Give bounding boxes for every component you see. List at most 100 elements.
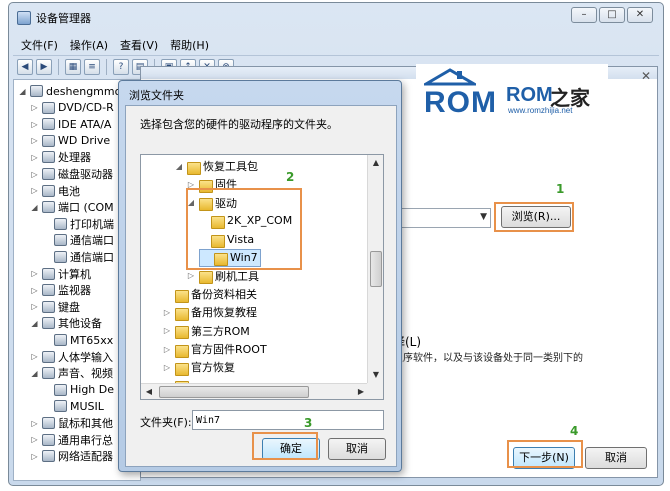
- scroll-left-icon[interactable]: ◀: [141, 384, 157, 399]
- folder-icon: [199, 269, 213, 285]
- horizontal-scroll-thumb[interactable]: [159, 386, 309, 398]
- help-icon[interactable]: ?: [113, 58, 129, 75]
- toolbar-separator: [58, 58, 59, 75]
- device-tree-item[interactable]: 通信端口: [42, 249, 114, 265]
- back-icon[interactable]: ◀: [17, 58, 33, 75]
- device-tree-item[interactable]: ▷ 计算机: [30, 266, 91, 282]
- device-icon: [54, 400, 67, 413]
- minimize-button[interactable]: –: [571, 7, 597, 23]
- collapsed-arrow-icon[interactable]: ▷: [30, 120, 39, 129]
- device-tree-item[interactable]: ◢ 端口 (COM: [30, 199, 114, 215]
- device-tree-label: High De: [70, 383, 115, 397]
- menu-help[interactable]: 帮助(H): [170, 37, 209, 53]
- expanded-arrow-icon[interactable]: ◢: [30, 369, 39, 378]
- folder-tree-item[interactable]: ▷ 第三方ROM: [163, 322, 250, 340]
- collapsed-arrow-icon[interactable]: ▷: [163, 345, 171, 354]
- expanded-arrow-icon[interactable]: ◢: [30, 203, 39, 212]
- folder-tree-item[interactable]: ▷ 备用恢复教程: [163, 303, 257, 321]
- menu-view[interactable]: 查看(V): [120, 37, 158, 53]
- folder-icon: [175, 361, 189, 376]
- folder-tree-item[interactable]: ◢ 恢复工具包: [175, 157, 258, 175]
- collapsed-arrow-icon[interactable]: ▷: [30, 435, 39, 444]
- collapsed-arrow-icon[interactable]: ▷: [30, 136, 39, 145]
- wizard-cancel-button[interactable]: 取消: [585, 447, 647, 469]
- device-tree-item[interactable]: ▷ 监视器: [30, 282, 91, 298]
- maximize-button[interactable]: □: [599, 7, 625, 23]
- collapsed-arrow-icon[interactable]: ▷: [163, 326, 171, 335]
- device-tree-item[interactable]: 打印机端: [42, 216, 114, 232]
- device-tree-item[interactable]: ▷ 鼠标和其他: [30, 415, 113, 431]
- expanded-arrow-icon[interactable]: ◢: [175, 162, 183, 171]
- device-icon: [42, 101, 55, 114]
- folder-label: 官方固件ROOT: [191, 343, 267, 356]
- device-tree-item[interactable]: MT65xx: [42, 332, 113, 348]
- device-tree-label: 处理器: [58, 151, 91, 165]
- device-tree-item[interactable]: ▷ WD Drive: [30, 133, 110, 149]
- menu-bar: 文件(F) 操作(A) 查看(V) 帮助(H): [13, 35, 659, 55]
- expanded-arrow-icon[interactable]: ◢: [30, 319, 39, 328]
- cancel-button[interactable]: 取消: [328, 438, 386, 460]
- driver-path-combobox[interactable]: ▼: [401, 208, 491, 228]
- collapsed-arrow-icon[interactable]: ▷: [163, 308, 171, 317]
- collapsed-arrow-icon[interactable]: ▷: [30, 153, 39, 162]
- title-bar: 设备管理器: [17, 9, 91, 27]
- collapsed-arrow-icon[interactable]: ▷: [163, 363, 171, 372]
- device-icon: [42, 201, 55, 214]
- device-tree-item[interactable]: ◢ deshengmmo: [18, 83, 121, 99]
- scroll-up-icon[interactable]: ▲: [368, 155, 383, 171]
- device-tree-label: MT65xx: [70, 333, 114, 347]
- chevron-down-icon[interactable]: ▼: [480, 212, 487, 222]
- highlight-browse: [494, 202, 574, 232]
- folder-icon: [175, 306, 189, 321]
- collapsed-arrow-icon[interactable]: ▷: [30, 419, 39, 428]
- menu-file[interactable]: 文件(F): [21, 37, 58, 53]
- device-tree-item[interactable]: ▷ 磁盘驱动器: [30, 166, 113, 182]
- collapsed-arrow-icon[interactable]: ▷: [30, 103, 39, 112]
- collapsed-arrow-icon[interactable]: ▷: [187, 271, 195, 280]
- step-number-1: 1: [556, 182, 565, 196]
- device-tree-item[interactable]: ▷ IDE ATA/A: [30, 116, 111, 132]
- collapsed-arrow-icon[interactable]: ▷: [30, 286, 39, 295]
- device-tree-item[interactable]: ▷ 键盘: [30, 299, 80, 315]
- collapsed-arrow-icon[interactable]: ▷: [30, 170, 39, 179]
- forward-icon[interactable]: ▶: [36, 58, 52, 75]
- list-icon[interactable]: ≡: [84, 58, 100, 75]
- device-tree-item[interactable]: ▷ 电池: [30, 183, 80, 199]
- folder-input[interactable]: [192, 410, 384, 430]
- device-tree-item[interactable]: 通信端口: [42, 232, 114, 248]
- device-tree-item[interactable]: ▷ 人体学输入: [30, 349, 113, 365]
- horizontal-scrollbar[interactable]: ◀ ▶: [141, 383, 369, 399]
- folder-label: 恢复工具包: [203, 160, 258, 173]
- vertical-scroll-thumb[interactable]: [370, 251, 382, 287]
- device-tree-item[interactable]: ▷ DVD/CD-R: [30, 100, 113, 116]
- collapsed-arrow-icon[interactable]: ▷: [30, 452, 39, 461]
- properties-icon[interactable]: ▦: [65, 58, 81, 75]
- device-tree-item[interactable]: ◢ 其他设备: [30, 315, 102, 331]
- expanded-arrow-icon[interactable]: ◢: [18, 87, 27, 96]
- device-icon: [42, 168, 55, 180]
- pick-from-list-description: 呈序软件，以及与该设备处于同一类别下的: [393, 353, 583, 364]
- close-button[interactable]: ✕: [627, 7, 653, 23]
- device-tree-item[interactable]: High De: [42, 382, 114, 398]
- device-tree-item[interactable]: ◢ 声音、视频: [30, 365, 113, 381]
- device-tree-item[interactable]: ▷ 处理器: [30, 149, 91, 165]
- device-icon: [54, 383, 67, 396]
- collapsed-arrow-icon[interactable]: ▷: [30, 186, 39, 195]
- menu-action[interactable]: 操作(A): [70, 37, 108, 53]
- folder-tree-item[interactable]: 备份资料相关: [163, 285, 257, 303]
- device-icon: [42, 433, 55, 446]
- collapsed-arrow-icon[interactable]: ▷: [30, 269, 39, 278]
- vertical-scrollbar[interactable]: ▲ ▼: [367, 155, 383, 383]
- device-tree-label: 人体学输入: [58, 350, 113, 364]
- device-tree-item[interactable]: ▷ 网络适配器: [30, 448, 113, 464]
- device-tree-item[interactable]: ▷ 通用串行总: [30, 432, 113, 448]
- device-tree-label: 磁盘驱动器: [58, 168, 113, 181]
- collapsed-arrow-icon[interactable]: ▷: [30, 302, 39, 311]
- close-icon[interactable]: ✕: [641, 69, 651, 83]
- collapsed-arrow-icon[interactable]: ▷: [30, 352, 39, 361]
- device-tree-label: 其他设备: [58, 317, 102, 331]
- folder-tree-item[interactable]: ▷ 官方固件ROOT: [163, 340, 267, 358]
- scroll-down-icon[interactable]: ▼: [368, 367, 383, 383]
- folder-tree-item[interactable]: ▷ 官方恢复: [163, 358, 235, 376]
- device-tree-item[interactable]: MUSIL: [42, 398, 104, 414]
